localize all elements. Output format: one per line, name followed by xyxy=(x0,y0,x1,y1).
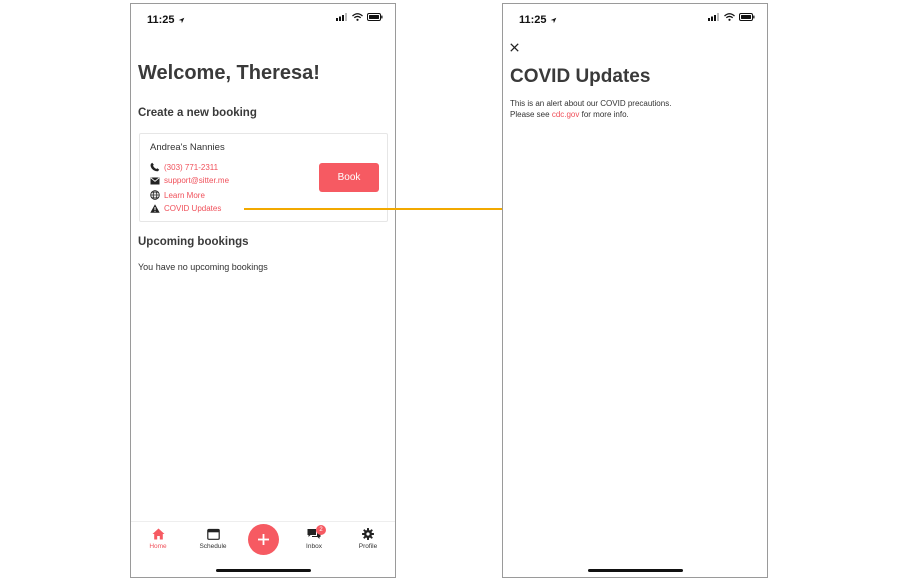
status-icons xyxy=(708,13,755,21)
signal-icon xyxy=(336,13,347,21)
flow-arrow-icon xyxy=(244,200,534,218)
add-booking-button[interactable] xyxy=(248,524,279,555)
status-time: 11:25 xyxy=(147,14,185,26)
close-button[interactable] xyxy=(507,40,521,54)
phone-icon xyxy=(150,162,160,172)
upcoming-bookings-heading: Upcoming bookings xyxy=(138,236,249,248)
wifi-icon xyxy=(352,13,363,21)
inbox-badge: 2 xyxy=(316,525,326,535)
wifi-icon xyxy=(724,13,735,21)
page-title: COVID Updates xyxy=(510,66,651,87)
tab-inbox[interactable]: 2 Inbox xyxy=(292,525,336,550)
globe-icon xyxy=(150,190,160,200)
covid-updates-link[interactable]: COVID Updates xyxy=(150,204,221,213)
tab-home[interactable]: Home xyxy=(136,528,180,550)
location-arrow-icon xyxy=(550,17,556,23)
battery-icon xyxy=(739,13,755,21)
tab-profile[interactable]: Profile xyxy=(346,528,390,550)
covid-message-line: This is an alert about our COVID precaut… xyxy=(510,99,672,108)
plus-icon xyxy=(258,534,269,545)
status-icons xyxy=(336,13,383,21)
gear-icon xyxy=(362,528,374,540)
learn-more-link[interactable]: Learn More xyxy=(150,190,205,200)
tab-schedule[interactable]: Schedule xyxy=(191,528,235,550)
page-title: Welcome, Theresa! xyxy=(138,62,320,84)
book-button[interactable]: Book xyxy=(319,163,379,192)
email-link[interactable]: support@sitter.me xyxy=(150,176,229,185)
calendar-icon xyxy=(206,528,220,540)
mail-icon xyxy=(150,176,160,184)
home-icon xyxy=(152,528,164,540)
home-indicator xyxy=(588,569,683,572)
covid-message: This is an alert about our COVID precaut… xyxy=(510,98,671,120)
home-screen: 11:25 Welcome, Theresa! Create a new boo… xyxy=(130,3,396,578)
signal-icon xyxy=(708,13,719,21)
warning-icon xyxy=(150,204,160,213)
cdc-link[interactable]: cdc.gov xyxy=(552,110,580,119)
covid-message-line: Please see cdc.gov for more info. xyxy=(510,110,629,119)
close-icon xyxy=(509,42,519,52)
create-booking-heading: Create a new booking xyxy=(138,107,257,119)
location-arrow-icon xyxy=(178,17,184,23)
covid-updates-screen: 11:25 COVID Updates This is an alert abo… xyxy=(502,3,768,578)
home-indicator xyxy=(216,569,311,572)
status-time: 11:25 xyxy=(519,14,557,26)
empty-bookings-message: You have no upcoming bookings xyxy=(138,262,268,272)
provider-name: Andrea's Nannies xyxy=(150,142,225,153)
phone-link[interactable]: (303) 771-2311 xyxy=(150,162,218,172)
battery-icon xyxy=(367,13,383,21)
